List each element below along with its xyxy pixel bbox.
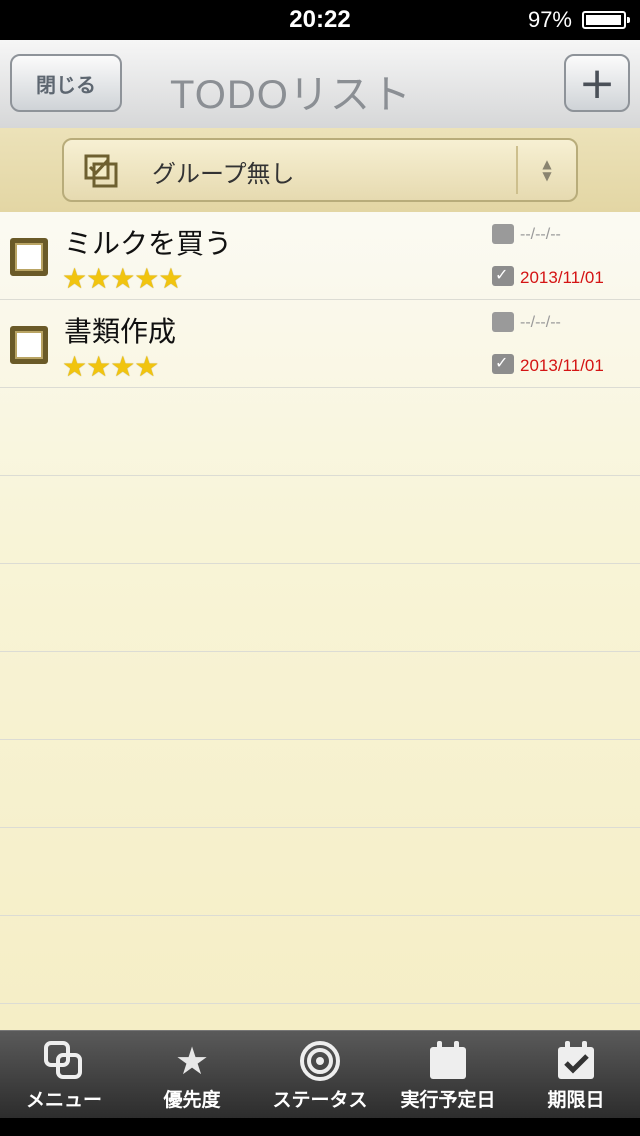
group-selector[interactable]: グループ無し ▲ ▼ bbox=[62, 138, 578, 202]
calendar-check-icon bbox=[492, 353, 514, 374]
task-row[interactable]: 書類作成 ★★★★ --/--/-- 2013/11/01 bbox=[0, 300, 640, 388]
calendar-icon bbox=[430, 1041, 466, 1079]
tab-priority-label: 優先度 bbox=[163, 1089, 221, 1111]
tab-menu-label: メニュー bbox=[25, 1089, 102, 1111]
priority-stars: ★★★★ bbox=[62, 350, 159, 383]
row-divider bbox=[0, 1003, 640, 1004]
target-icon bbox=[300, 1041, 340, 1081]
priority-stars: ★★★★★ bbox=[62, 262, 184, 295]
task-list: ミルクを買う ★★★★★ --/--/-- 2013/11/01 書類作成 ★★… bbox=[0, 212, 640, 1030]
checkbox-group-icon bbox=[84, 154, 118, 188]
calendar-check-icon bbox=[558, 1041, 594, 1079]
status-bar: 20:22 97% bbox=[0, 0, 640, 40]
tab-due-date-label: 期限日 bbox=[547, 1089, 605, 1111]
star-icon: ★ bbox=[174, 1039, 210, 1083]
due-date: 2013/11/01 bbox=[520, 268, 604, 287]
group-selected-label: グループ無し bbox=[152, 160, 295, 188]
bottom-edge bbox=[0, 1118, 640, 1136]
calendar-icon bbox=[492, 224, 514, 244]
due-date: 2013/11/01 bbox=[520, 356, 604, 375]
plan-date: --/--/-- bbox=[520, 226, 561, 243]
plan-date: --/--/-- bbox=[520, 314, 561, 331]
task-checkbox[interactable] bbox=[10, 238, 48, 276]
close-button[interactable]: 閉じる bbox=[10, 54, 122, 112]
chevron-updown-icon: ▲ ▼ bbox=[516, 146, 576, 194]
tab-status[interactable]: ステータス bbox=[256, 1031, 384, 1119]
tab-plan-date[interactable]: 実行予定日 bbox=[384, 1031, 512, 1119]
task-title: 書類作成 bbox=[64, 315, 177, 348]
row-divider bbox=[0, 475, 640, 476]
calendar-icon bbox=[492, 312, 514, 332]
navigation-bar: 閉じる TODOリスト + bbox=[0, 40, 640, 129]
task-row[interactable]: ミルクを買う ★★★★★ --/--/-- 2013/11/01 bbox=[0, 212, 640, 300]
row-divider bbox=[0, 827, 640, 828]
tab-menu[interactable]: メニュー bbox=[0, 1031, 128, 1119]
row-divider bbox=[0, 915, 640, 916]
page-title: TODOリスト bbox=[170, 73, 412, 117]
menu-icon bbox=[44, 1041, 82, 1079]
add-task-button[interactable]: + bbox=[564, 54, 630, 112]
tab-due-date[interactable]: 期限日 bbox=[512, 1031, 640, 1119]
task-title: ミルクを買う bbox=[64, 227, 233, 260]
tab-bar: メニュー ★ 優先度 ステータス 実行予定日 期限日 bbox=[0, 1030, 640, 1119]
tab-status-label: ステータス bbox=[272, 1089, 368, 1111]
row-divider bbox=[0, 739, 640, 740]
tab-priority[interactable]: ★ 優先度 bbox=[128, 1031, 256, 1119]
task-checkbox[interactable] bbox=[10, 326, 48, 364]
row-divider bbox=[0, 651, 640, 652]
calendar-check-icon bbox=[492, 265, 514, 286]
tab-plan-date-label: 実行予定日 bbox=[400, 1089, 496, 1111]
battery-percentage: 97% bbox=[527, 7, 572, 32]
battery-icon bbox=[582, 11, 630, 29]
group-bar: グループ無し ▲ ▼ bbox=[0, 128, 640, 213]
row-divider bbox=[0, 563, 640, 564]
